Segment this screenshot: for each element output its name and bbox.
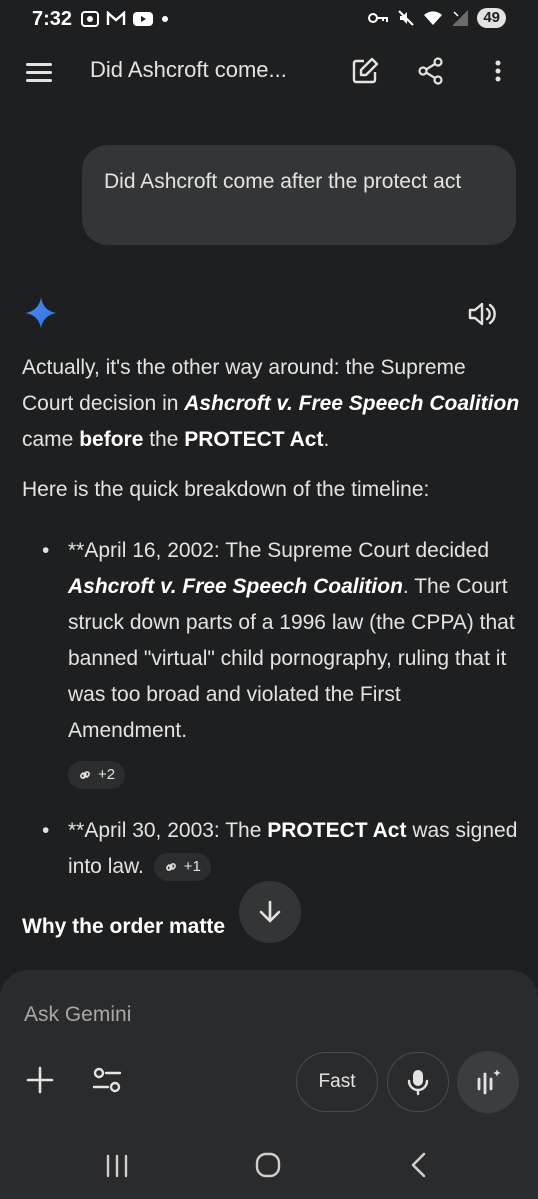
link-icon (80, 771, 90, 780)
source-chip-count: +1 (183, 858, 201, 876)
user-message-bubble[interactable]: Did Ashcroft come after the protect act (82, 145, 516, 245)
youtube-icon (133, 12, 153, 26)
chat-title: Did Ashcroft come... (90, 57, 287, 82)
tools-icon[interactable] (90, 1065, 124, 1095)
timeline-list: • **April 16, 2002: The Supreme Court de… (22, 533, 522, 885)
live-waveform-icon (477, 1069, 501, 1095)
gemini-live-button[interactable] (457, 1051, 519, 1113)
status-time: 7:32 (32, 8, 73, 30)
status-bar: 7:32 49 (0, 0, 538, 38)
home-icon[interactable] (255, 1152, 281, 1178)
source-chip-2[interactable]: +1 (153, 853, 211, 882)
source-chip-row: +2 (68, 757, 522, 793)
arrow-down-icon (259, 900, 281, 923)
intro-text-4: . (323, 428, 330, 451)
list-item: • **April 16, 2002: The Supreme Court de… (22, 533, 522, 793)
battery-indicator: 49 (477, 8, 506, 28)
scroll-to-bottom-button[interactable] (239, 881, 301, 943)
vpn-key-icon (368, 13, 389, 23)
bullet-2-text-a: **April 30, 2003: The (68, 819, 268, 842)
source-chip-count: +2 (98, 766, 116, 784)
section-heading: Why the order matte (22, 915, 226, 938)
model-mode-button[interactable]: Fast (296, 1052, 378, 1112)
add-attachment-icon[interactable] (22, 1062, 58, 1098)
more-options-icon[interactable] (488, 56, 508, 86)
intro-text-2: came (22, 428, 80, 451)
bullet-1-text-a: **April 16, 2002: The Supreme Court deci… (68, 539, 490, 562)
bullet-2-protect-act: PROTECT Act (267, 819, 407, 842)
share-icon[interactable] (416, 56, 446, 86)
breakdown-paragraph: Here is the quick breakdown of the timel… (22, 478, 430, 501)
microphone-icon (407, 1070, 429, 1096)
intro-text-3: the (143, 428, 185, 451)
case-name: Ashcroft v. Free Speech Coalition (184, 392, 520, 415)
recent-apps-icon[interactable] (104, 1154, 130, 1178)
response-text: Actually, it's the other way around: the… (22, 350, 522, 522)
bullet-dot: • (42, 819, 50, 842)
response-intro-paragraph: Actually, it's the other way around: the… (22, 350, 522, 458)
gmail-icon (106, 11, 126, 25)
list-item: • **April 30, 2003: The PROTECT Act was … (22, 813, 522, 885)
menu-icon[interactable] (24, 58, 54, 86)
microphone-button[interactable] (387, 1052, 449, 1112)
user-message-text: Did Ashcroft come after the protect act (104, 170, 462, 193)
composer: Fast (0, 970, 538, 1130)
status-system-icons: 49 (367, 8, 506, 28)
read-aloud-speaker-icon[interactable] (466, 298, 498, 330)
top-app-bar: Did Ashcroft come... (0, 44, 538, 100)
status-notification-icons (80, 10, 170, 28)
screenshot-icon (81, 11, 99, 27)
ask-gemini-input[interactable] (24, 1000, 504, 1030)
back-icon[interactable] (408, 1152, 430, 1178)
bullet-1-text-b: . The Court struck down parts of a 1996 … (68, 575, 515, 742)
signal-icon (452, 10, 469, 26)
new-chat-icon[interactable] (350, 56, 380, 86)
mute-icon (398, 10, 415, 26)
before-bold: before (79, 428, 144, 451)
source-chip-1[interactable]: +2 (68, 761, 126, 790)
dot-icon (162, 16, 168, 22)
system-navigation-bar (0, 1130, 538, 1199)
bullet-dot: • (42, 539, 50, 562)
bullet-1-case-name: Ashcroft v. Free Speech Coalition (68, 575, 403, 598)
gemini-sparkle-icon (25, 297, 57, 329)
wifi-icon (424, 11, 443, 25)
link-icon (165, 863, 176, 872)
protect-act-bold: PROTECT Act (184, 428, 324, 451)
